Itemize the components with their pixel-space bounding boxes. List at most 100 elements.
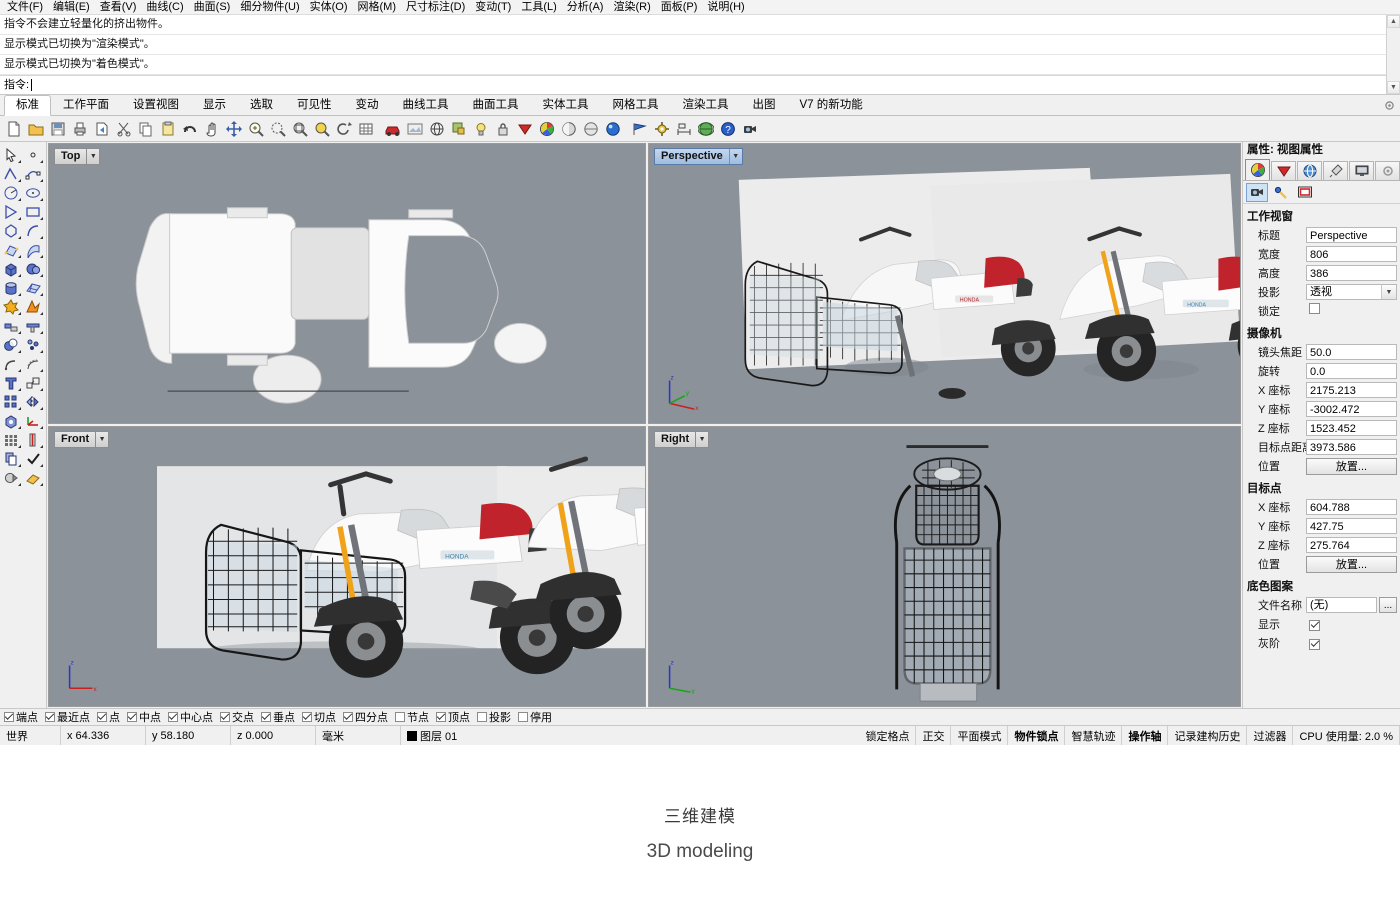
extend-icon[interactable] bbox=[22, 316, 44, 335]
help-question-icon[interactable]: ? bbox=[717, 118, 738, 139]
export-icon[interactable] bbox=[91, 118, 112, 139]
toolbar-tab-5[interactable]: 选取 bbox=[238, 95, 285, 115]
viewport-perspective[interactable]: HONDA bbox=[648, 143, 1241, 424]
status-left-4[interactable]: z 0.000 bbox=[231, 726, 316, 745]
menu-item-2[interactable]: 编辑(E) bbox=[48, 1, 95, 13]
menu-item-13[interactable]: 渲染(R) bbox=[608, 1, 655, 13]
text-tool-icon[interactable] bbox=[0, 373, 22, 392]
toolbar-tab-6[interactable]: 可见性 bbox=[285, 95, 344, 115]
status-left-2[interactable]: x 64.336 bbox=[61, 726, 146, 745]
boolean-union-icon[interactable] bbox=[0, 335, 22, 354]
arc-icon[interactable] bbox=[0, 183, 22, 202]
scale-icon[interactable] bbox=[22, 373, 44, 392]
properties-place-button[interactable]: 放置... bbox=[1306, 458, 1397, 475]
osnap-checkbox[interactable] bbox=[477, 712, 487, 722]
explode-icon[interactable] bbox=[0, 297, 22, 316]
ellipse-icon[interactable] bbox=[22, 183, 44, 202]
viewport-top[interactable]: Top ▼ bbox=[48, 143, 646, 424]
toolbar-tab-8[interactable]: 曲线工具 bbox=[391, 95, 461, 115]
properties-checkbox[interactable] bbox=[1309, 639, 1320, 650]
status-left-1[interactable]: 世界 bbox=[0, 726, 61, 745]
gear-options-icon[interactable] bbox=[651, 118, 672, 139]
properties-tab-environment-globe-icon[interactable] bbox=[1297, 161, 1322, 180]
zoom-extents-icon[interactable] bbox=[289, 118, 310, 139]
surface-sweep-icon[interactable] bbox=[22, 240, 44, 259]
menu-item-6[interactable]: 细分物件(U) bbox=[235, 1, 304, 13]
menu-item-15[interactable]: 说明(H) bbox=[702, 1, 749, 13]
status-right-4[interactable]: 物件锁点 bbox=[1008, 726, 1065, 745]
render-preview-icon[interactable] bbox=[404, 118, 425, 139]
osnap-item-12[interactable]: 投影 bbox=[477, 709, 511, 725]
viewport-front-label[interactable]: Front ▼ bbox=[54, 431, 109, 448]
menu-item-4[interactable]: 曲线(C) bbox=[141, 1, 188, 13]
shaded-sphere-icon[interactable] bbox=[558, 118, 579, 139]
trim-icon[interactable] bbox=[0, 316, 22, 335]
material-cone-icon[interactable] bbox=[514, 118, 535, 139]
dimension-icon[interactable] bbox=[673, 118, 694, 139]
render-tools-icon[interactable] bbox=[0, 468, 22, 487]
status-right-7[interactable]: 记录建构历史 bbox=[1168, 726, 1247, 745]
viewport-top-dropdown-icon[interactable]: ▼ bbox=[86, 149, 99, 164]
copy-object-icon[interactable] bbox=[0, 449, 22, 468]
status-right-1[interactable]: 锁定格点 bbox=[859, 726, 916, 745]
menu-item-10[interactable]: 变动(T) bbox=[470, 1, 516, 13]
properties-value[interactable]: 386 bbox=[1306, 265, 1397, 281]
properties-value[interactable]: 2175.213 bbox=[1306, 382, 1397, 398]
properties-place-button[interactable]: 放置... bbox=[1306, 556, 1397, 573]
menu-item-9[interactable]: 尺寸标注(D) bbox=[401, 1, 470, 13]
mesh-plane-icon[interactable] bbox=[22, 278, 44, 297]
camera-icon[interactable] bbox=[739, 118, 760, 139]
osnap-checkbox[interactable] bbox=[343, 712, 353, 722]
wireframe-display-icon[interactable] bbox=[426, 118, 447, 139]
surface-from-points-icon[interactable] bbox=[0, 240, 22, 259]
light-plane-icon[interactable] bbox=[22, 468, 44, 487]
save-icon[interactable] bbox=[47, 118, 68, 139]
lock-icon[interactable] bbox=[492, 118, 513, 139]
polygon-icon[interactable] bbox=[0, 221, 22, 240]
osnap-checkbox[interactable] bbox=[518, 712, 528, 722]
toolbar-tab-11[interactable]: 网格工具 bbox=[601, 95, 671, 115]
command-scrollbar[interactable]: ▲ ▼ bbox=[1386, 15, 1400, 94]
properties-value[interactable]: -3002.472 bbox=[1306, 401, 1397, 417]
array-icon[interactable] bbox=[0, 392, 22, 411]
osnap-checkbox[interactable] bbox=[302, 712, 312, 722]
properties-value[interactable]: 806 bbox=[1306, 246, 1397, 262]
osnap-item-10[interactable]: 节点 bbox=[395, 709, 429, 725]
zoom-window-icon[interactable] bbox=[267, 118, 288, 139]
status-right-6[interactable]: 操作轴 bbox=[1122, 726, 1168, 745]
properties-tab-color-wheel-icon[interactable] bbox=[1245, 159, 1270, 180]
zoom-in-icon[interactable] bbox=[245, 118, 266, 139]
flag-icon[interactable] bbox=[629, 118, 650, 139]
osnap-checkbox[interactable] bbox=[261, 712, 271, 722]
command-scroll-down-icon[interactable]: ▼ bbox=[1387, 81, 1400, 94]
properties-value[interactable]: 604.788 bbox=[1306, 499, 1397, 515]
viewport-perspective-dropdown-icon[interactable]: ▼ bbox=[729, 149, 742, 164]
osnap-item-2[interactable]: 最近点 bbox=[45, 709, 90, 725]
polyline-icon[interactable] bbox=[0, 164, 22, 183]
osnap-checkbox[interactable] bbox=[127, 712, 137, 722]
viewport-right-label[interactable]: Right ▼ bbox=[654, 431, 709, 448]
osnap-checkbox[interactable] bbox=[436, 712, 446, 722]
properties-tab-gear-icon[interactable] bbox=[1375, 161, 1400, 180]
osnap-item-11[interactable]: 顶点 bbox=[436, 709, 470, 725]
object-props-icon[interactable] bbox=[448, 118, 469, 139]
osnap-item-8[interactable]: 切点 bbox=[302, 709, 336, 725]
toolbar-options-gear-icon[interactable] bbox=[1383, 99, 1396, 112]
light-bulb-icon[interactable] bbox=[470, 118, 491, 139]
properties-file-name[interactable]: (无) bbox=[1306, 597, 1377, 613]
copy-icon[interactable] bbox=[135, 118, 156, 139]
rendered-sphere-icon[interactable] bbox=[602, 118, 623, 139]
menu-item-7[interactable]: 实体(O) bbox=[305, 1, 353, 13]
menu-item-5[interactable]: 曲面(S) bbox=[189, 1, 236, 13]
command-prompt-row[interactable]: 指令: bbox=[0, 75, 1400, 94]
globe-earth-icon[interactable] bbox=[695, 118, 716, 139]
properties-value[interactable]: Perspective bbox=[1306, 227, 1397, 243]
viewport-right[interactable]: Right ▼ z y bbox=[648, 426, 1241, 707]
zoom-selected-icon[interactable] bbox=[311, 118, 332, 139]
toolbar-tab-9[interactable]: 曲面工具 bbox=[461, 95, 531, 115]
block-icon[interactable] bbox=[0, 411, 22, 430]
properties-tab-display-monitor-icon[interactable] bbox=[1349, 161, 1374, 180]
properties-tab-material-icon[interactable] bbox=[1271, 161, 1296, 180]
menu-item-14[interactable]: 面板(P) bbox=[656, 1, 703, 13]
toolbar-tab-7[interactable]: 变动 bbox=[344, 95, 391, 115]
